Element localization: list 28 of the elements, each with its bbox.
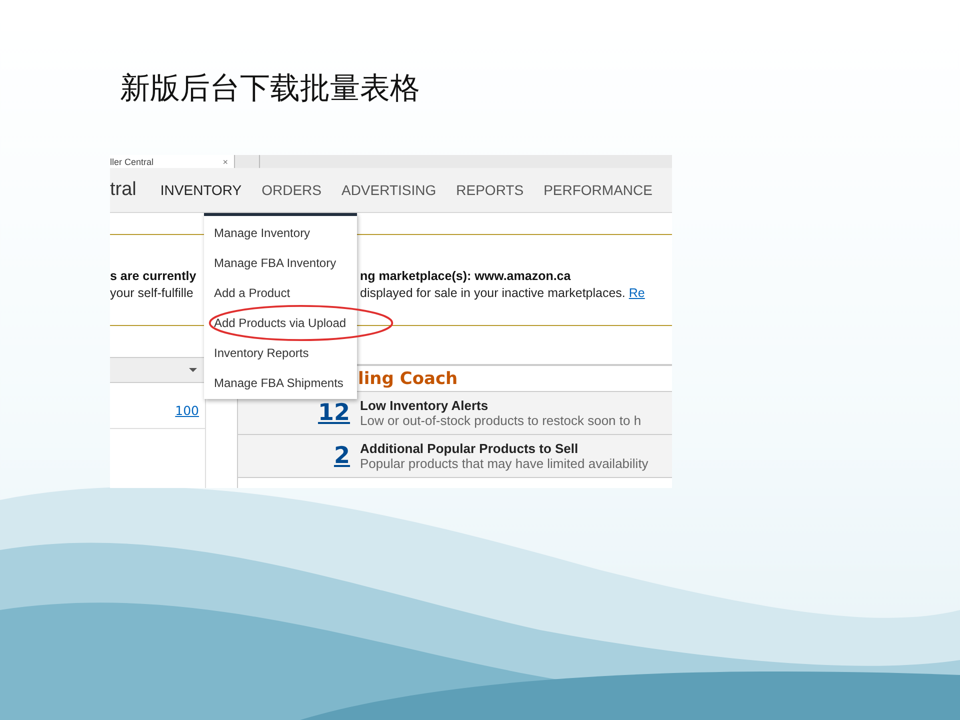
tab-title: ller Central xyxy=(110,156,154,166)
slide-title: 新版后台下载批量表格 xyxy=(120,70,420,108)
nav-tab[interactable]: PERFORMANCE xyxy=(544,178,652,202)
alert-title: Low Inventory Alerts xyxy=(360,398,490,413)
count-link[interactable]: 12 xyxy=(238,402,350,424)
menu-item[interactable]: Add Products via Upload xyxy=(204,308,357,338)
menu-item[interactable]: Manage Inventory xyxy=(204,218,357,248)
browser-tab[interactable]: ller Central × xyxy=(110,155,235,168)
nav-tab[interactable]: REPORTS xyxy=(456,178,524,202)
menu-item[interactable]: Add a Product xyxy=(204,278,357,308)
close-icon[interactable]: × xyxy=(222,156,228,166)
nav-tab[interactable]: INVENTORY xyxy=(160,178,242,202)
notice-text: your self-fulfille xyxy=(110,286,194,300)
alert-title: Additional Popular Products to Sell xyxy=(360,441,580,456)
count-link[interactable]: 100 xyxy=(175,403,199,418)
notice-link[interactable]: Re xyxy=(628,286,645,300)
caret-icon[interactable] xyxy=(189,368,197,372)
alert-description: Low or out-of-stock products to restock soon to h xyxy=(360,413,642,428)
notice-text: ng marketplace(s): www.amazon.ca xyxy=(360,268,571,282)
menu-item[interactable]: Inventory Reports xyxy=(204,338,357,368)
nav-tab[interactable]: ORDERS xyxy=(262,178,322,202)
logo-text: tral xyxy=(110,179,136,201)
alert-description: Popular products that may have limited availability xyxy=(360,456,648,471)
menu-item[interactable]: Manage FBA Inventory xyxy=(204,248,357,278)
count-link[interactable]: 2 xyxy=(238,444,350,468)
nav-tab[interactable]: ADVERTISING xyxy=(341,178,436,202)
notice-text: displayed for sale in your inactive marketplaces. Re xyxy=(360,286,645,300)
notice-text: s are currently xyxy=(110,268,198,282)
